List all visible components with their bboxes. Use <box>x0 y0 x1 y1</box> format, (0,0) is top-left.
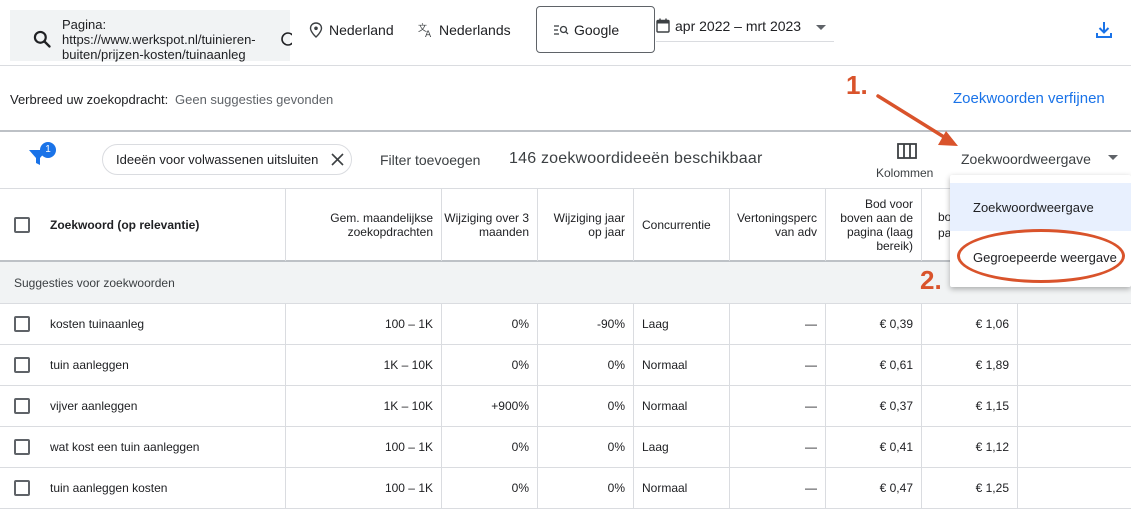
header-avg-searches[interactable]: Gem. maandelijkse zoekopdrachten <box>286 189 442 261</box>
table-row[interactable]: vijver aanleggen 1K – 10K +900% 0% Norma… <box>0 386 1131 427</box>
broaden-label: Verbreed uw zoekopdracht: <box>10 92 169 107</box>
header-bid-low-label: Bod voor boven aan de pagina (laag berei… <box>840 197 913 253</box>
impression-cell: — <box>730 427 826 467</box>
refine-bar: Verbreed uw zoekopdracht: Geen suggestie… <box>0 66 1131 132</box>
page-url-text: Pagina: https://www.werkspot.nl/tuiniere… <box>62 17 256 62</box>
keyword-cell: wat kost een tuin aanleggen <box>0 427 286 467</box>
language-label: Nederlands <box>439 22 511 38</box>
header-competition[interactable]: Concurrentie <box>634 189 730 261</box>
bid-high-cell: € 1,06 <box>922 304 1018 344</box>
impression-cell: — <box>730 468 826 508</box>
competition-cell: Normaal <box>634 468 730 508</box>
keyword-count-text: 146 zoekwoordideeën beschikbaar <box>509 150 763 167</box>
bid-high-cell: € 1,89 <box>922 345 1018 385</box>
page-url-field[interactable]: Pagina: https://www.werkspot.nl/tuiniere… <box>10 10 292 62</box>
download-icon[interactable] <box>1094 20 1114 40</box>
change-3m-cell: 0% <box>442 427 538 467</box>
filter-chip-label: Ideeën voor volwassenen uitsluiten <box>116 152 319 167</box>
header-change-3m[interactable]: Wijziging over 3 maanden <box>442 189 538 261</box>
header-keyword[interactable]: Zoekwoord (op relevantie) <box>0 189 286 261</box>
searches-cell: 1K – 10K <box>286 386 442 426</box>
yoy-cell: 0% <box>538 427 634 467</box>
competition-cell: Normaal <box>634 386 730 426</box>
refine-keywords-link[interactable]: Zoekwoorden verfijnen <box>953 90 1105 107</box>
change-3m-cell: 0% <box>442 468 538 508</box>
location-pin-icon <box>309 22 323 38</box>
translate-icon: 文A <box>418 22 432 38</box>
chevron-down-icon[interactable] <box>1108 155 1118 160</box>
columns-icon[interactable] <box>897 143 917 159</box>
location-label: Nederland <box>329 22 394 38</box>
header-change-yoy-label: Wijziging jaar op jaar <box>553 211 625 239</box>
competition-cell: Normaal <box>634 345 730 385</box>
search-icon <box>33 30 51 48</box>
table-row[interactable]: tuin aanleggen kosten 100 – 1K 0% 0% Nor… <box>0 468 1131 509</box>
annotation-step-2: 2. <box>920 265 942 295</box>
yoy-cell: 0% <box>538 386 634 426</box>
table-row[interactable]: tuin aanleggen 1K – 10K 0% 0% Normaal — … <box>0 345 1131 386</box>
yoy-cell: 0% <box>538 345 634 385</box>
language-selector[interactable]: 文A Nederlands <box>418 21 511 39</box>
searches-cell: 100 – 1K <box>286 304 442 344</box>
keyword-cell: tuin aanleggen kosten <box>0 468 286 508</box>
top-bar: Pagina: https://www.werkspot.nl/tuiniere… <box>0 0 1131 66</box>
view-select[interactable]: Zoekwoordweergave <box>961 151 1091 167</box>
menu-item-keyword-view[interactable]: Zoekwoordweergave <box>950 183 1131 231</box>
bid-low-cell: € 0,37 <box>826 386 922 426</box>
keyword-cell: vijver aanleggen <box>0 386 286 426</box>
header-change-3m-label: Wijziging over 3 maanden <box>444 211 529 239</box>
highlight-oval <box>957 229 1125 283</box>
bid-high-cell: € 1,25 <box>922 468 1018 508</box>
searches-cell: 100 – 1K <box>286 468 442 508</box>
impression-cell: — <box>730 345 826 385</box>
network-selector[interactable]: Google <box>536 6 655 53</box>
header-keyword-label: Zoekwoord (op relevantie) <box>50 218 200 232</box>
chevron-down-icon <box>816 25 826 30</box>
keyword-cell: tuin aanleggen <box>0 345 286 385</box>
header-bid-low[interactable]: Bod voor boven aan de pagina (laag berei… <box>826 189 922 261</box>
select-all-checkbox[interactable] <box>14 217 30 233</box>
header-impression-share-label: Vertoningsperc van adv <box>736 211 817 239</box>
change-3m-cell: 0% <box>442 304 538 344</box>
header-competition-label: Concurrentie <box>642 218 711 232</box>
header-avg-searches-label: Gem. maandelijkse zoekopdrachten <box>330 211 433 239</box>
table-row[interactable]: wat kost een tuin aanleggen 100 – 1K 0% … <box>0 427 1131 468</box>
date-range-selector[interactable]: apr 2022 – mrt 2023 <box>656 10 834 42</box>
yoy-cell: -90% <box>538 304 634 344</box>
bid-low-cell: € 0,39 <box>826 304 922 344</box>
impression-cell: — <box>730 304 826 344</box>
searches-cell: 100 – 1K <box>286 427 442 467</box>
date-range-label: apr 2022 – mrt 2023 <box>675 17 802 34</box>
filter-chip[interactable]: Ideeën voor volwassenen uitsluiten <box>102 144 352 175</box>
header-change-yoy[interactable]: Wijziging jaar op jaar <box>538 189 634 261</box>
bid-low-cell: € 0,47 <box>826 468 922 508</box>
no-suggestions-text: Geen suggesties gevonden <box>175 92 334 107</box>
bid-low-cell: € 0,41 <box>826 427 922 467</box>
change-3m-cell: 0% <box>442 345 538 385</box>
clear-icon[interactable] <box>280 31 292 47</box>
search-list-icon <box>554 24 569 35</box>
bid-high-cell: € 1,15 <box>922 386 1018 426</box>
add-filter-button[interactable]: Filter toevoegen <box>380 152 480 168</box>
filter-count-badge: 1 <box>40 142 56 158</box>
impression-cell: — <box>730 386 826 426</box>
svg-text:A: A <box>425 30 432 38</box>
annotation-step-1: 1. <box>846 70 868 100</box>
close-icon[interactable] <box>331 153 344 166</box>
searches-cell: 1K – 10K <box>286 345 442 385</box>
bid-high-cell: € 1,12 <box>922 427 1018 467</box>
header-impression-share[interactable]: Vertoningsperc van adv <box>730 189 826 261</box>
location-selector[interactable]: Nederland <box>309 21 394 39</box>
bid-low-cell: € 0,61 <box>826 345 922 385</box>
competition-cell: Laag <box>634 427 730 467</box>
calendar-icon <box>656 18 670 33</box>
table-row[interactable]: kosten tuinaanleg 100 – 1K 0% -90% Laag … <box>0 304 1131 345</box>
section-label: Suggesties voor zoekwoorden <box>14 276 175 290</box>
columns-label[interactable]: Kolommen <box>876 166 933 180</box>
keyword-cell: kosten tuinaanleg <box>0 304 286 344</box>
yoy-cell: 0% <box>538 468 634 508</box>
change-3m-cell: +900% <box>442 386 538 426</box>
network-label: Google <box>574 21 620 38</box>
competition-cell: Laag <box>634 304 730 344</box>
